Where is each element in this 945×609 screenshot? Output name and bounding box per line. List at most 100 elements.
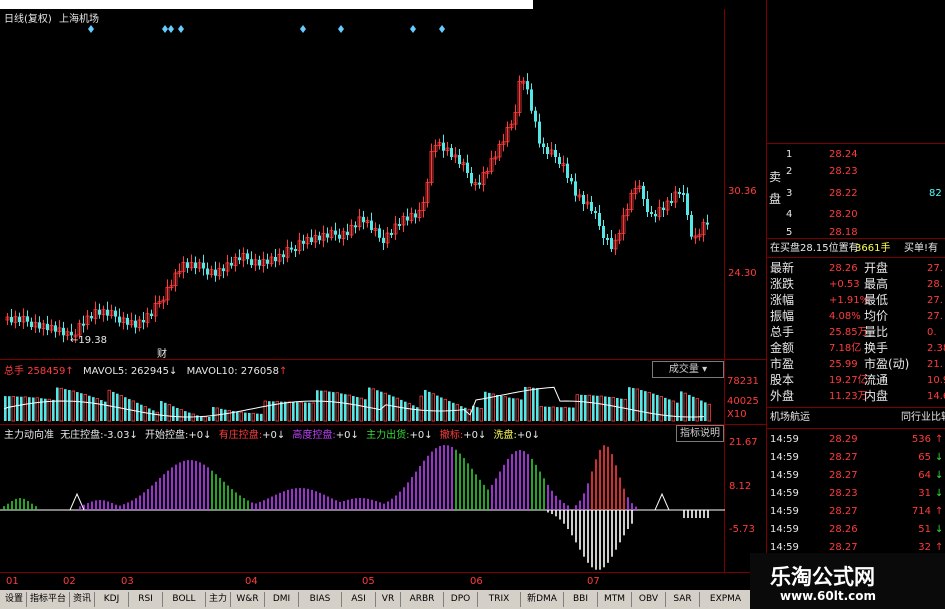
volume-bar bbox=[212, 407, 215, 421]
candlestick-chart bbox=[5, 73, 709, 343]
tab-12[interactable]: ARBR bbox=[401, 592, 444, 607]
price-label-low: 24.30 bbox=[728, 268, 757, 279]
volume-bar bbox=[491, 393, 495, 422]
volume-bar bbox=[20, 396, 23, 421]
volume-bar bbox=[647, 391, 651, 422]
volume-bar bbox=[620, 398, 623, 421]
volume-bar bbox=[251, 412, 255, 422]
volume-axis-high: 78231 bbox=[727, 376, 759, 387]
volume-bars bbox=[3, 386, 711, 422]
tab-1[interactable]: 指标平台 bbox=[27, 592, 70, 607]
candle bbox=[382, 237, 385, 243]
volume-bar bbox=[536, 388, 539, 421]
volume-bar bbox=[143, 406, 147, 422]
candle bbox=[294, 249, 297, 251]
volume-bar bbox=[412, 405, 415, 421]
volume-bar bbox=[292, 401, 295, 421]
candle bbox=[678, 192, 681, 194]
candle bbox=[378, 228, 381, 238]
tab-7[interactable]: W&R bbox=[231, 592, 265, 607]
panel-divider bbox=[767, 238, 945, 239]
volume-bar bbox=[332, 392, 335, 421]
candle bbox=[450, 148, 453, 157]
volume-bar bbox=[527, 386, 531, 422]
volume-bar bbox=[476, 407, 479, 421]
volume-bar bbox=[356, 397, 359, 421]
indicator-marker bbox=[69, 492, 85, 511]
volume-bar bbox=[532, 387, 535, 421]
tab-5[interactable]: BOLL bbox=[163, 592, 206, 607]
tab-20[interactable]: EXPMA bbox=[700, 592, 752, 607]
volume-bar bbox=[695, 398, 699, 422]
candle bbox=[690, 215, 693, 237]
indicator-header: 主力动向准 无庄控盘:-3.03↓ 开始控盘:+0↓ 有庄控盘:+0↓ 高度控盘… bbox=[4, 430, 541, 441]
indicator-axis-mid: 8.12 bbox=[729, 481, 752, 492]
candle bbox=[670, 201, 673, 203]
volume-bar bbox=[371, 388, 375, 422]
tick-row: 14:59 28.27 64 ↓ bbox=[770, 470, 944, 481]
peer-compare-link[interactable]: 同行业比较 bbox=[901, 410, 945, 425]
volume-bar bbox=[304, 402, 307, 421]
tab-8[interactable]: DMI bbox=[265, 592, 299, 607]
candle bbox=[258, 259, 261, 266]
volume-bar bbox=[640, 390, 643, 421]
volume-bar bbox=[260, 413, 263, 421]
month-label: 01 bbox=[6, 576, 19, 587]
tab-13[interactable]: DPO bbox=[444, 592, 478, 607]
volume-bar bbox=[11, 395, 15, 422]
tab-2[interactable]: 资讯 bbox=[70, 592, 95, 607]
tab-14[interactable]: TRIX bbox=[478, 592, 521, 607]
tab-9[interactable]: BIAS bbox=[299, 592, 342, 607]
volume-bar bbox=[76, 392, 79, 421]
volume-bar bbox=[323, 390, 327, 422]
tab-19[interactable]: SAR bbox=[666, 592, 700, 607]
quote-row: 振幅 4.08% 均价 27. bbox=[770, 309, 943, 323]
candle bbox=[406, 216, 409, 221]
volume-bar bbox=[64, 389, 67, 421]
volume-bar bbox=[500, 395, 503, 421]
candle bbox=[686, 193, 689, 215]
volume-bar bbox=[599, 395, 603, 422]
chart-area[interactable]: 日线(复权) 上海机场 30.36 24.30 ←19.38 财 总手 2584… bbox=[0, 0, 766, 590]
tick-row: 14:59 28.27 714 ↑ bbox=[770, 506, 944, 517]
candle bbox=[98, 309, 101, 315]
tab-3[interactable]: KDJ bbox=[95, 592, 129, 607]
month-label: 06 bbox=[470, 576, 483, 587]
tab-6[interactable]: 主力 bbox=[206, 592, 231, 607]
volume-bar bbox=[368, 387, 371, 421]
volume-bar bbox=[16, 396, 19, 421]
volume-bar bbox=[196, 415, 199, 421]
volume-bar bbox=[520, 399, 523, 421]
volume-bar bbox=[524, 386, 527, 421]
volume-bar bbox=[32, 397, 35, 421]
tab-0[interactable]: 设置 bbox=[2, 592, 27, 607]
order-book-row: 1 28.24 bbox=[786, 149, 858, 160]
candle bbox=[642, 186, 645, 199]
volume-bar bbox=[335, 392, 339, 422]
candle bbox=[598, 213, 601, 226]
tab-10[interactable]: ASI bbox=[342, 592, 376, 607]
candle bbox=[558, 157, 561, 164]
volume-bar bbox=[316, 390, 319, 421]
candle bbox=[654, 214, 657, 217]
tab-18[interactable]: OBV bbox=[632, 592, 666, 607]
tab-11[interactable]: VR bbox=[376, 592, 401, 607]
quote-row: 涨幅 +1.91% 最低 27. bbox=[770, 293, 943, 307]
volume-bar bbox=[452, 402, 455, 421]
tab-4[interactable]: RSI bbox=[129, 592, 163, 607]
volume-bar bbox=[404, 401, 407, 421]
candle bbox=[326, 233, 329, 238]
volume-bar bbox=[56, 387, 59, 421]
tick-row: 14:59 28.27 65 ↓ bbox=[770, 452, 944, 463]
candle bbox=[250, 259, 253, 265]
volume-bar bbox=[460, 406, 463, 421]
price-label-high: 30.36 bbox=[728, 186, 757, 197]
tab-16[interactable]: BBI bbox=[564, 592, 598, 607]
candle bbox=[126, 317, 129, 325]
tab-15[interactable]: 新DMA bbox=[521, 592, 564, 607]
volume-bar bbox=[539, 405, 543, 422]
tab-17[interactable]: MTM bbox=[598, 592, 632, 607]
candle bbox=[526, 81, 529, 90]
divider-indicator-axis bbox=[0, 572, 766, 573]
sector-link[interactable]: 机场航运 bbox=[770, 410, 810, 425]
